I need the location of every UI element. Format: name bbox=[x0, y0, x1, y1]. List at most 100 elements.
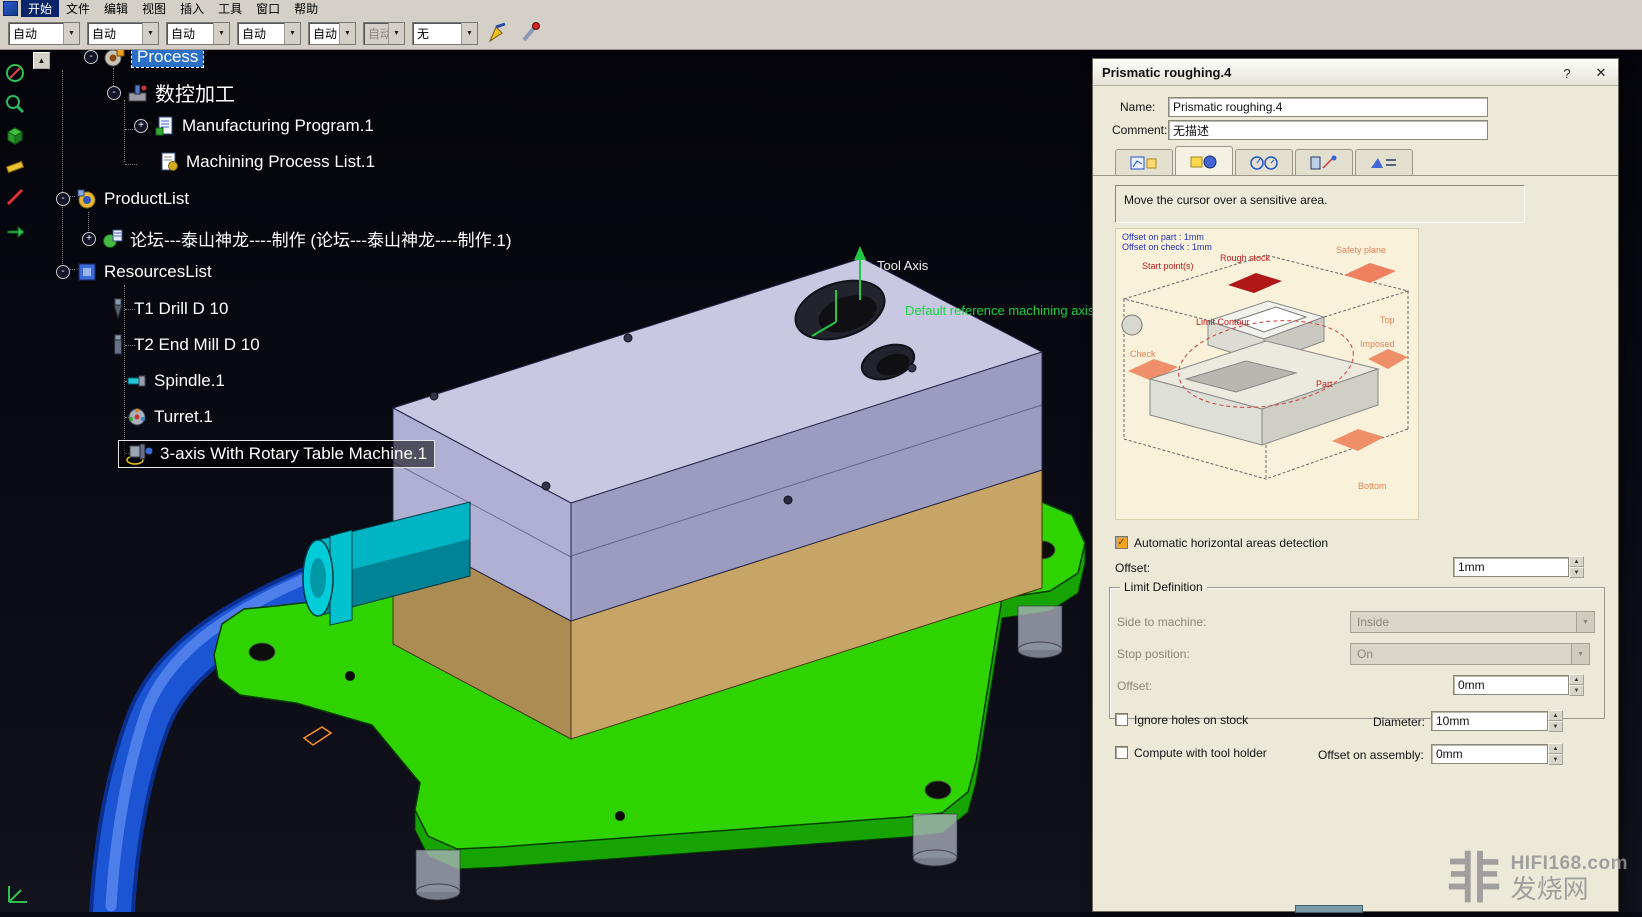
pan-arrow-icon[interactable] bbox=[4, 217, 26, 239]
combo-auto-1[interactable]: 自动 ▼ bbox=[8, 22, 80, 45]
close-button[interactable]: ✕ bbox=[1592, 64, 1610, 82]
fly-mode-icon[interactable] bbox=[4, 62, 26, 84]
offset-input[interactable]: 1mm bbox=[1453, 557, 1569, 577]
tree-item-nc-machining[interactable]: - 数控加工 bbox=[107, 78, 235, 107]
tree-item-t2-end-mill[interactable]: T2 End Mill D 10 bbox=[108, 334, 260, 356]
diagram-limit-contour-label[interactable]: Limit Contour bbox=[1196, 317, 1250, 327]
spin-down-icon[interactable]: ▼ bbox=[1548, 754, 1563, 765]
tab-geometry[interactable] bbox=[1175, 146, 1233, 176]
tree-item-t1-drill[interactable]: T1 Drill D 10 bbox=[108, 298, 228, 320]
chevron-down-icon[interactable]: ▼ bbox=[63, 23, 79, 44]
combo-none[interactable]: 无 ▼ bbox=[412, 22, 478, 45]
chevron-down-icon[interactable]: ▼ bbox=[461, 23, 477, 44]
auto-detect-label: Automatic horizontal areas detection bbox=[1134, 536, 1328, 550]
tree-item-spindle[interactable]: Spindle.1 bbox=[126, 370, 225, 392]
tree-item-manufacturing-program[interactable]: + Manufacturing Program.1 bbox=[134, 115, 374, 137]
spin-down-icon[interactable]: ▼ bbox=[1569, 685, 1584, 696]
plate-hole bbox=[249, 643, 275, 661]
menu-insert[interactable]: 插入 bbox=[173, 0, 211, 18]
combo-auto-4[interactable]: 自动 ▼ bbox=[237, 22, 301, 45]
machining-diagram[interactable]: Offset on part : 1mm Offset on check : 1… bbox=[1115, 228, 1419, 520]
menu-tools[interactable]: 工具 bbox=[211, 0, 249, 18]
tree-item-label: Turret.1 bbox=[154, 407, 213, 427]
tree-item-part[interactable]: + 论坛---泰山神龙----制作 (论坛---泰山神龙----制作.1) bbox=[82, 226, 511, 251]
chevron-down-icon[interactable]: ▼ bbox=[284, 23, 300, 44]
tab-macros[interactable] bbox=[1295, 149, 1353, 176]
auto-detect-checkbox[interactable]: ✓ bbox=[1115, 536, 1128, 549]
stop-position-label: Stop position: bbox=[1117, 647, 1190, 661]
comment-input[interactable]: 无描述 bbox=[1168, 120, 1488, 140]
chevron-down-icon[interactable]: ▼ bbox=[142, 23, 158, 44]
tree-item-machine[interactable]: 3-axis With Rotary Table Machine.1 bbox=[118, 440, 435, 468]
diagram-check-label[interactable]: Check bbox=[1130, 349, 1156, 359]
machine-icon bbox=[126, 442, 154, 466]
diagram-top-label[interactable]: Top bbox=[1380, 315, 1395, 325]
annotate-icon[interactable] bbox=[4, 186, 26, 208]
ignore-holes-checkbox[interactable] bbox=[1115, 713, 1128, 726]
tree-item-resourceslist[interactable]: - ResourcesList bbox=[56, 261, 212, 283]
tree-item-productlist[interactable]: - ProductList bbox=[56, 188, 189, 210]
dialog-title-bar[interactable]: Prismatic roughing.4 bbox=[1093, 59, 1618, 86]
tab-strategy[interactable] bbox=[1115, 149, 1173, 176]
diagram-safety-plane-label[interactable]: Safety plane bbox=[1336, 245, 1386, 255]
offset-spinner[interactable]: ▲ ▼ bbox=[1569, 556, 1584, 578]
collapse-icon[interactable]: - bbox=[56, 192, 70, 206]
plate-hole bbox=[925, 781, 951, 799]
spin-up-icon[interactable]: ▲ bbox=[1548, 710, 1563, 721]
combo-auto-2[interactable]: 自动 ▼ bbox=[87, 22, 159, 45]
combo-auto-5[interactable]: 自动 ▼ bbox=[308, 22, 356, 45]
menu-edit[interactable]: 编辑 bbox=[97, 0, 135, 18]
diagram-imposed-label[interactable]: Imposed bbox=[1360, 339, 1395, 349]
spin-down-icon[interactable]: ▼ bbox=[1548, 721, 1563, 732]
help-button[interactable]: ? bbox=[1558, 64, 1576, 82]
spin-up-icon[interactable]: ▲ bbox=[1569, 674, 1584, 685]
zoom-icon[interactable] bbox=[4, 93, 26, 115]
expand-icon[interactable]: + bbox=[82, 232, 96, 246]
tree-scroll-up-button[interactable]: ▲ bbox=[33, 52, 50, 69]
process-list-icon bbox=[158, 151, 180, 173]
diagram-bottom-label[interactable]: Bottom bbox=[1358, 481, 1387, 491]
diagram-start-points-label[interactable]: Start point(s) bbox=[1142, 261, 1194, 271]
tree-item-machining-process-list[interactable]: Machining Process List.1 bbox=[158, 151, 375, 173]
menu-start[interactable]: 开始 bbox=[21, 0, 59, 18]
menu-file[interactable]: 文件 bbox=[59, 0, 97, 18]
orientation-marker bbox=[304, 727, 331, 745]
tree-item-label: 3-axis With Rotary Table Machine.1 bbox=[160, 444, 427, 464]
tab-baseline bbox=[1093, 175, 1618, 176]
assembly-offset-input[interactable]: 0mm bbox=[1431, 744, 1548, 764]
collapse-icon[interactable]: - bbox=[84, 50, 98, 64]
assembly-offset-spinner[interactable]: ▲ ▼ bbox=[1548, 743, 1563, 765]
spin-up-icon[interactable]: ▲ bbox=[1548, 743, 1563, 754]
diameter-spinner[interactable]: ▲ ▼ bbox=[1548, 710, 1563, 732]
menu-window[interactable]: 窗口 bbox=[249, 0, 287, 18]
brush-tool-button[interactable] bbox=[518, 20, 544, 46]
measure-icon[interactable] bbox=[4, 155, 26, 177]
diagram-rough-stock-label[interactable]: Rough stock bbox=[1220, 253, 1270, 263]
shaded-view-icon[interactable] bbox=[4, 124, 26, 146]
pen-tool-button[interactable] bbox=[485, 20, 511, 46]
tool-holder-checkbox[interactable] bbox=[1115, 746, 1128, 759]
collapse-icon[interactable]: - bbox=[107, 86, 121, 100]
output-tab-icon bbox=[1369, 155, 1399, 171]
diagram-part-label[interactable]: Part bbox=[1316, 379, 1333, 389]
limit-offset-input[interactable]: 0mm bbox=[1453, 675, 1569, 695]
watermark-logo: 非 bbox=[1447, 852, 1501, 906]
brush-icon bbox=[519, 21, 543, 45]
name-input[interactable]: Prismatic roughing.4 bbox=[1168, 97, 1488, 117]
collapse-icon[interactable]: - bbox=[56, 265, 70, 279]
tree-item-turret[interactable]: Turret.1 bbox=[126, 406, 213, 428]
spin-down-icon[interactable]: ▼ bbox=[1569, 567, 1584, 578]
combo-auto-3[interactable]: 自动 ▼ bbox=[166, 22, 230, 45]
spin-up-icon[interactable]: ▲ bbox=[1569, 556, 1584, 567]
support-foot bbox=[1018, 606, 1062, 658]
chevron-down-icon[interactable]: ▼ bbox=[213, 23, 229, 44]
chevron-down-icon[interactable]: ▼ bbox=[339, 23, 355, 44]
menu-help[interactable]: 帮助 bbox=[287, 0, 325, 18]
limit-offset-spinner[interactable]: ▲ ▼ bbox=[1569, 674, 1584, 696]
expand-icon[interactable]: + bbox=[134, 119, 148, 133]
tab-feeds-speeds[interactable] bbox=[1235, 149, 1293, 176]
diameter-input[interactable]: 10mm bbox=[1431, 711, 1548, 731]
menu-view[interactable]: 视图 bbox=[135, 0, 173, 18]
part-icon bbox=[102, 228, 124, 250]
tab-output[interactable] bbox=[1355, 149, 1413, 176]
